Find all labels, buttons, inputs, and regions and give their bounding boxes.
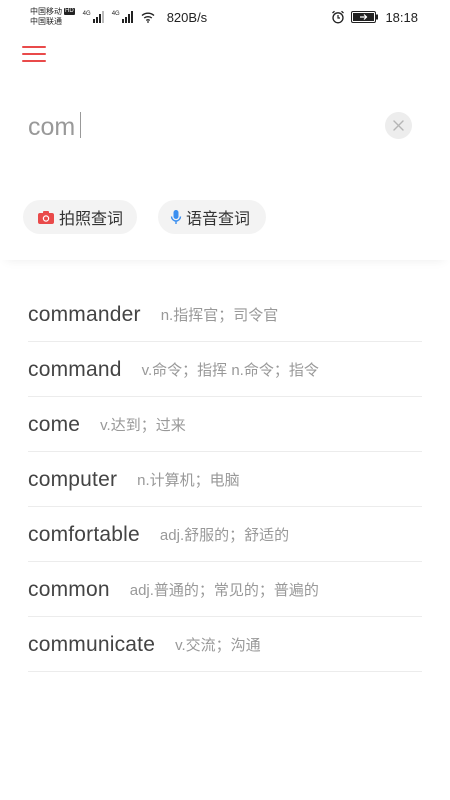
network-tag-1: 4G <box>82 11 91 17</box>
status-bar: 中国移动 HD 中国联通 4G 4G 820B/s 18:18 <box>0 0 450 34</box>
suggestion-meaning: v.达到；过来 <box>100 417 186 434</box>
suggestion-meaning: v.交流；沟通 <box>175 637 261 654</box>
suggestion-item[interactable]: communicate v.交流；沟通 <box>28 618 422 672</box>
text-cursor <box>80 112 81 138</box>
suggestion-word: communicate <box>28 632 156 656</box>
clear-button[interactable] <box>385 112 412 139</box>
signal-icon-2: 4G <box>112 11 133 23</box>
carrier-1: 中国移动 <box>30 7 62 16</box>
suggestion-meaning: adj.舒服的；舒适的 <box>159 527 290 544</box>
carrier-1-row: 中国移动 HD <box>30 7 75 17</box>
hamburger-menu-icon[interactable] <box>20 42 48 66</box>
hd-badge: HD <box>64 8 75 16</box>
voice-lookup-button[interactable]: 语音查词 <box>158 200 266 234</box>
suggestion-item[interactable]: common adj.普通的；常见的；普遍的 <box>28 563 422 617</box>
suggestion-word: computer <box>28 467 118 491</box>
suggestion-item[interactable]: come v.达到；过来 <box>28 398 422 452</box>
voice-lookup-label: 语音查词 <box>186 211 251 228</box>
clear-x-icon <box>393 120 404 131</box>
photo-lookup-label: 拍照查词 <box>59 211 124 228</box>
suggestion-word: command <box>28 357 122 381</box>
carrier-2: 中国联通 <box>30 17 62 26</box>
search-input[interactable] <box>28 109 368 145</box>
suggestion-meaning: adj.普通的；常见的；普遍的 <box>129 582 319 599</box>
battery-icon <box>351 11 379 23</box>
signal-icon: 4G <box>83 11 104 23</box>
clock-time: 18:18 <box>385 9 418 25</box>
status-right: 18:18 <box>331 10 418 25</box>
suggestion-meaning: n.计算机；电脑 <box>137 472 240 489</box>
suggestion-word: common <box>28 577 110 601</box>
network-tag-2: 4G <box>111 11 120 17</box>
suggestion-word: comfortable <box>28 522 140 546</box>
suggestion-meaning: n.指挥官；司令官 <box>160 307 279 324</box>
status-left: 中国移动 HD 中国联通 4G 4G 820B/s <box>30 7 208 27</box>
alarm-clock-icon <box>332 10 345 24</box>
suggestion-item[interactable]: comfortable adj.舒服的；舒适的 <box>28 508 422 562</box>
wifi-icon <box>141 12 155 23</box>
carrier-names: 中国移动 HD 中国联通 <box>30 7 75 27</box>
net-speed: 820B/s <box>166 9 208 25</box>
suggestion-item[interactable]: commander n.指挥官；司令官 <box>28 288 422 342</box>
suggestion-item[interactable]: command v.命令；指挥 n.命令；指令 <box>28 343 422 397</box>
camera-icon <box>38 210 54 224</box>
suggestion-meaning: v.命令；指挥 n.命令；指令 <box>141 362 319 379</box>
suggestion-list: commander n.指挥官；司令官 command v.命令；指挥 n.命令… <box>28 288 422 673</box>
suggestion-word: commander <box>28 302 141 326</box>
suggestion-word: come <box>28 412 81 436</box>
microphone-icon <box>170 209 182 224</box>
photo-lookup-button[interactable]: 拍照查词 <box>23 200 137 234</box>
suggestion-item[interactable]: computer n.计算机；电脑 <box>28 453 422 507</box>
